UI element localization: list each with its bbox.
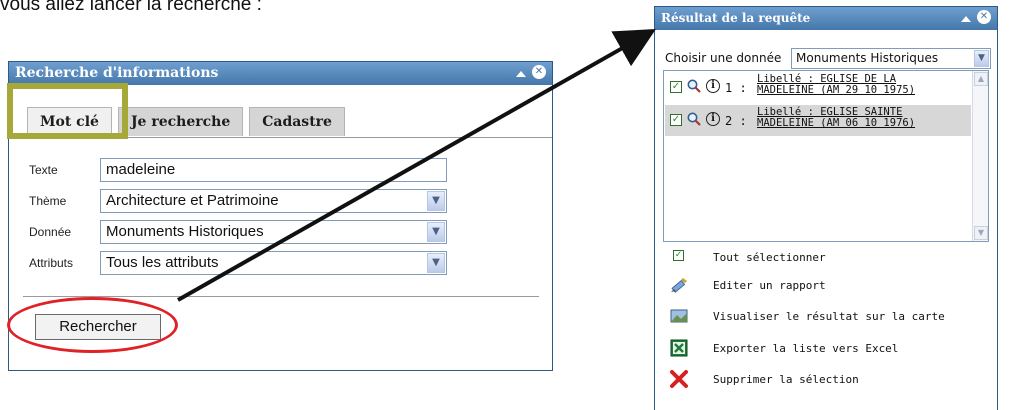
action-view-on-map[interactable]: Visualiser le résultat sur la carte bbox=[665, 306, 985, 328]
results-scrollbar[interactable]: ▲ ▼ bbox=[972, 71, 988, 241]
button-circle-annotation bbox=[7, 297, 178, 353]
chevron-down-icon[interactable]: ▼ bbox=[427, 191, 445, 211]
chevron-down-icon[interactable]: ▼ bbox=[427, 253, 445, 273]
donnee-select-value: Monuments Historiques bbox=[106, 223, 264, 240]
tab-highlight-annotation bbox=[7, 83, 128, 139]
action-delete-selection[interactable]: Supprimer la sélection bbox=[665, 369, 985, 391]
action-select-all[interactable]: ✓ Tout sélectionner bbox=[665, 247, 985, 269]
excel-icon bbox=[670, 339, 688, 357]
scroll-up-icon[interactable]: ▲ bbox=[974, 72, 988, 86]
tab-cadastre[interactable]: Cadastre bbox=[249, 107, 345, 136]
choose-data-value: Monuments Historiques bbox=[796, 51, 939, 65]
intro-text: vous allez lancer la recherche : bbox=[0, 0, 262, 15]
result-panel: Résultat de la requête ✕ Choisir une don… bbox=[654, 6, 998, 410]
result-item[interactable]: ✓ i 2 : Libellé : EGLISE SAINTE MADELEIN… bbox=[665, 105, 971, 136]
delete-icon bbox=[670, 370, 688, 388]
field-label: Thème bbox=[29, 194, 67, 208]
result-number: 1 : bbox=[725, 81, 747, 95]
search-dialog-titlebar[interactable]: Recherche d'informations ✕ bbox=[9, 62, 552, 85]
result-panel-titlebar[interactable]: Résultat de la requête ✕ bbox=[655, 7, 997, 30]
checkbox-icon[interactable]: ✓ bbox=[670, 114, 682, 126]
info-icon[interactable]: i bbox=[706, 79, 720, 93]
action-label: Editer un rapport bbox=[713, 279, 826, 292]
report-icon bbox=[671, 278, 687, 293]
result-number: 2 : bbox=[725, 114, 747, 128]
collapse-icon[interactable] bbox=[516, 70, 526, 77]
action-label: Tout sélectionner bbox=[713, 251, 826, 264]
result-line: MADELEINE (AM 06 10 1976) bbox=[757, 117, 916, 129]
scroll-down-icon[interactable]: ▼ bbox=[974, 226, 988, 240]
donnee-select[interactable]: Monuments Historiques ▼ bbox=[100, 220, 447, 244]
attributs-select[interactable]: Tous les attributs ▼ bbox=[100, 251, 447, 275]
page: vous allez lancer la recherche : Recherc… bbox=[0, 0, 1013, 410]
chevron-down-icon[interactable]: ▼ bbox=[974, 50, 989, 67]
action-label: Supprimer la sélection bbox=[713, 373, 859, 386]
result-panel-title: Résultat de la requête bbox=[661, 11, 811, 25]
field-donnee: Donnée Monuments Historiques ▼ bbox=[29, 220, 539, 246]
zoom-icon[interactable] bbox=[686, 111, 702, 127]
close-icon[interactable]: ✕ bbox=[977, 10, 991, 24]
zoom-icon[interactable] bbox=[686, 78, 702, 94]
field-attributs: Attributs Tous les attributs ▼ bbox=[29, 251, 539, 277]
field-theme: Thème Architecture et Patrimoine ▼ bbox=[29, 189, 539, 215]
close-icon[interactable]: ✕ bbox=[532, 65, 546, 79]
chevron-down-icon[interactable]: ▼ bbox=[427, 222, 445, 242]
field-texte: Texte madeleine bbox=[29, 158, 539, 184]
result-link[interactable]: Libellé : EGLISE DE LA MADELEINE (AM 29 … bbox=[757, 74, 915, 96]
results-list: ✓ i 1 : Libellé : EGLISE DE LA MADELEINE… bbox=[663, 70, 989, 242]
choose-data-select[interactable]: Monuments Historiques ▼ bbox=[791, 48, 991, 69]
action-label: Visualiser le résultat sur la carte bbox=[713, 310, 945, 323]
result-link[interactable]: Libellé : EGLISE SAINTE MADELEINE (AM 06… bbox=[757, 107, 915, 129]
tab-je-recherche[interactable]: Je recherche bbox=[117, 107, 244, 136]
map-view-icon bbox=[670, 309, 688, 323]
choose-data-label: Choisir une donnée bbox=[665, 51, 782, 65]
search-dialog-title: Recherche d'informations bbox=[15, 65, 219, 81]
field-label: Donnée bbox=[29, 225, 72, 239]
action-label: Exporter la liste vers Excel bbox=[713, 342, 899, 355]
texte-input[interactable]: madeleine bbox=[100, 158, 447, 182]
result-line: MADELEINE (AM 29 10 1975) bbox=[757, 84, 916, 96]
theme-select-value: Architecture et Patrimoine bbox=[106, 192, 279, 209]
checkbox-icon[interactable]: ✓ bbox=[670, 81, 682, 93]
field-label: Texte bbox=[29, 163, 58, 177]
result-item[interactable]: ✓ i 1 : Libellé : EGLISE DE LA MADELEINE… bbox=[665, 72, 971, 103]
checkbox-icon[interactable]: ✓ bbox=[673, 250, 684, 261]
theme-select[interactable]: Architecture et Patrimoine ▼ bbox=[100, 189, 447, 213]
collapse-icon[interactable] bbox=[961, 15, 971, 22]
action-edit-report[interactable]: Editer un rapport bbox=[665, 275, 985, 297]
attributs-select-value: Tous les attributs bbox=[106, 254, 219, 271]
action-export-excel[interactable]: Exporter la liste vers Excel bbox=[665, 338, 985, 360]
field-label: Attributs bbox=[29, 256, 74, 270]
info-icon[interactable]: i bbox=[706, 112, 720, 126]
